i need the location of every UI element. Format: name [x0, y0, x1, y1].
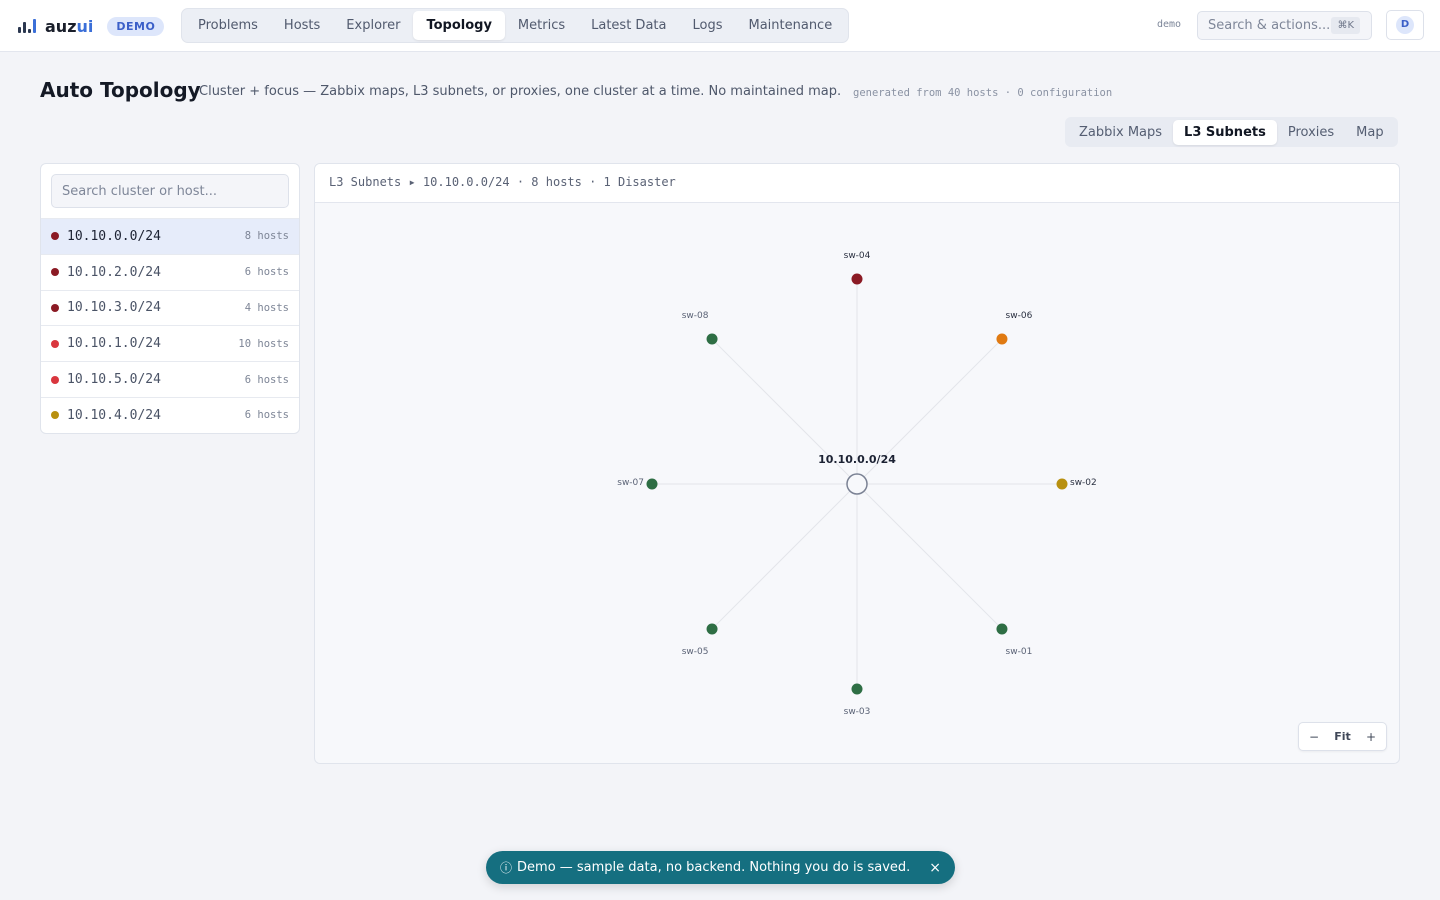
- demo-toast: ⓘ Demo — sample data, no backend. Nothin…: [486, 851, 955, 884]
- cluster-name: 10.10.5.0/24: [67, 372, 161, 388]
- host-node-label: sw-05: [682, 647, 709, 657]
- cluster-row[interactable]: 10.10.1.0/24 10 hosts: [41, 325, 299, 361]
- status-dot: [51, 375, 59, 384]
- tab-zabbix-maps[interactable]: Zabbix Maps: [1068, 120, 1173, 145]
- brand[interactable]: auzui DEMO: [18, 14, 165, 38]
- page-title: Auto Topology: [40, 78, 201, 102]
- zoom-out-button[interactable]: −: [1303, 730, 1325, 744]
- avatar: D: [1396, 16, 1414, 34]
- cluster-search-input[interactable]: [51, 174, 289, 208]
- nav-tab-logs[interactable]: Logs: [679, 11, 735, 40]
- view-mode-tabs: Zabbix Maps L3 Subnets Proxies Map: [1065, 117, 1398, 147]
- logo-icon: [18, 19, 36, 33]
- cluster-name: 10.10.1.0/24: [67, 336, 161, 352]
- zoom-in-button[interactable]: +: [1360, 730, 1382, 744]
- cluster-name: 10.10.0.0/24: [67, 228, 161, 244]
- page-meta: generated from 40 hosts · 0 configuratio…: [853, 87, 1113, 99]
- host-node[interactable]: [851, 273, 863, 285]
- topology-graph-panel: L3 Subnets ▸ 10.10.0.0/24 · 8 hosts · 1 …: [314, 163, 1400, 764]
- host-node-label: sw-01: [1006, 647, 1033, 657]
- graph-header: L3 Subnets ▸ 10.10.0.0/24 · 8 hosts · 1 …: [315, 164, 1399, 203]
- status-dot: [51, 232, 59, 241]
- toast-message: Demo — sample data, no backend. Nothing …: [517, 860, 911, 875]
- cluster-host-count: 6 hosts: [244, 266, 289, 279]
- zoom-controls: − Fit +: [1298, 722, 1387, 751]
- cluster-row[interactable]: 10.10.4.0/24 6 hosts: [41, 396, 299, 433]
- host-node[interactable]: [646, 478, 658, 490]
- host-node[interactable]: [851, 683, 863, 695]
- cluster-name: 10.10.3.0/24: [67, 300, 161, 316]
- host-node-label: sw-04: [844, 251, 871, 261]
- tab-proxies[interactable]: Proxies: [1277, 120, 1345, 145]
- subnet-hub-label: 10.10.0.0/24: [818, 453, 896, 466]
- demo-badge: DEMO: [107, 16, 165, 36]
- status-dot: [51, 339, 59, 348]
- cluster-row[interactable]: 10.10.0.0/24 8 hosts: [41, 218, 299, 254]
- command-search-button[interactable]: Search & actions... ⌘K: [1197, 11, 1372, 40]
- zoom-fit-button[interactable]: Fit: [1334, 730, 1351, 743]
- search-shortcut-hint: ⌘K: [1331, 17, 1360, 34]
- host-node-label: sw-03: [844, 707, 871, 717]
- nav-tab-latest-data[interactable]: Latest Data: [578, 11, 679, 40]
- status-dot: [51, 303, 59, 312]
- host-node-label: sw-02: [1070, 478, 1097, 488]
- current-user: demo: [1157, 19, 1182, 30]
- cluster-list-panel: 10.10.0.0/24 8 hosts 10.10.2.0/24 6 host…: [40, 163, 300, 434]
- host-node[interactable]: [996, 623, 1008, 635]
- command-search-label: Search & actions...: [1208, 18, 1331, 33]
- host-node[interactable]: [1056, 478, 1068, 490]
- tab-l3-subnets[interactable]: L3 Subnets: [1173, 119, 1277, 145]
- nav-tab-hosts[interactable]: Hosts: [271, 11, 333, 40]
- cluster-row[interactable]: 10.10.2.0/24 6 hosts: [41, 253, 299, 290]
- host-node-label: sw-07: [617, 478, 644, 488]
- cluster-host-count: 6 hosts: [244, 409, 289, 422]
- info-icon: ⓘ: [500, 861, 513, 875]
- nav-tab-explorer[interactable]: Explorer: [333, 11, 413, 40]
- tab-map[interactable]: Map: [1345, 120, 1394, 145]
- host-node-label: sw-06: [1006, 311, 1033, 321]
- cluster-list: 10.10.0.0/24 8 hosts 10.10.2.0/24 6 host…: [41, 218, 299, 433]
- cluster-host-count: 10 hosts: [238, 337, 289, 350]
- nav-tab-problems[interactable]: Problems: [185, 11, 271, 40]
- nav-tab-maintenance[interactable]: Maintenance: [735, 11, 845, 40]
- cluster-row[interactable]: 10.10.3.0/24 4 hosts: [41, 289, 299, 326]
- main-nav: Problems Hosts Explorer Topology Metrics…: [181, 8, 850, 43]
- app-name: auzui: [45, 16, 94, 36]
- top-bar: auzui DEMO Problems Hosts Explorer Topol…: [0, 0, 1440, 52]
- status-dot: [51, 411, 59, 420]
- nav-tab-metrics[interactable]: Metrics: [505, 11, 578, 40]
- host-node-label: sw-08: [682, 311, 709, 321]
- host-node[interactable]: [996, 333, 1008, 345]
- host-node[interactable]: [706, 623, 718, 635]
- breadcrumb: L3 Subnets ▸ 10.10.0.0/24 · 8 hosts · 1 …: [329, 175, 676, 189]
- graph-edge: [856, 483, 1003, 630]
- host-node[interactable]: [706, 333, 718, 345]
- cluster-host-count: 6 hosts: [244, 373, 289, 386]
- cluster-host-count: 8 hosts: [244, 230, 289, 243]
- graph-edge: [711, 483, 858, 630]
- topology-graph-canvas[interactable]: 10.10.0.0/24 sw-04 sw-06 sw-02 sw-01 sw-03 sw-…: [315, 203, 1399, 763]
- cluster-name: 10.10.2.0/24: [67, 264, 161, 280]
- subnet-hub-node[interactable]: [846, 473, 868, 495]
- cluster-name: 10.10.4.0/24: [67, 407, 161, 423]
- page-subtitle: Cluster + focus — Zabbix maps, L3 subnet…: [199, 84, 842, 99]
- status-dot: [51, 268, 59, 277]
- user-menu-button[interactable]: D: [1386, 10, 1424, 40]
- cluster-host-count: 4 hosts: [244, 301, 289, 314]
- cluster-row[interactable]: 10.10.5.0/24 6 hosts: [41, 361, 299, 397]
- nav-tab-topology[interactable]: Topology: [413, 11, 505, 40]
- close-icon[interactable]: ×: [919, 860, 941, 876]
